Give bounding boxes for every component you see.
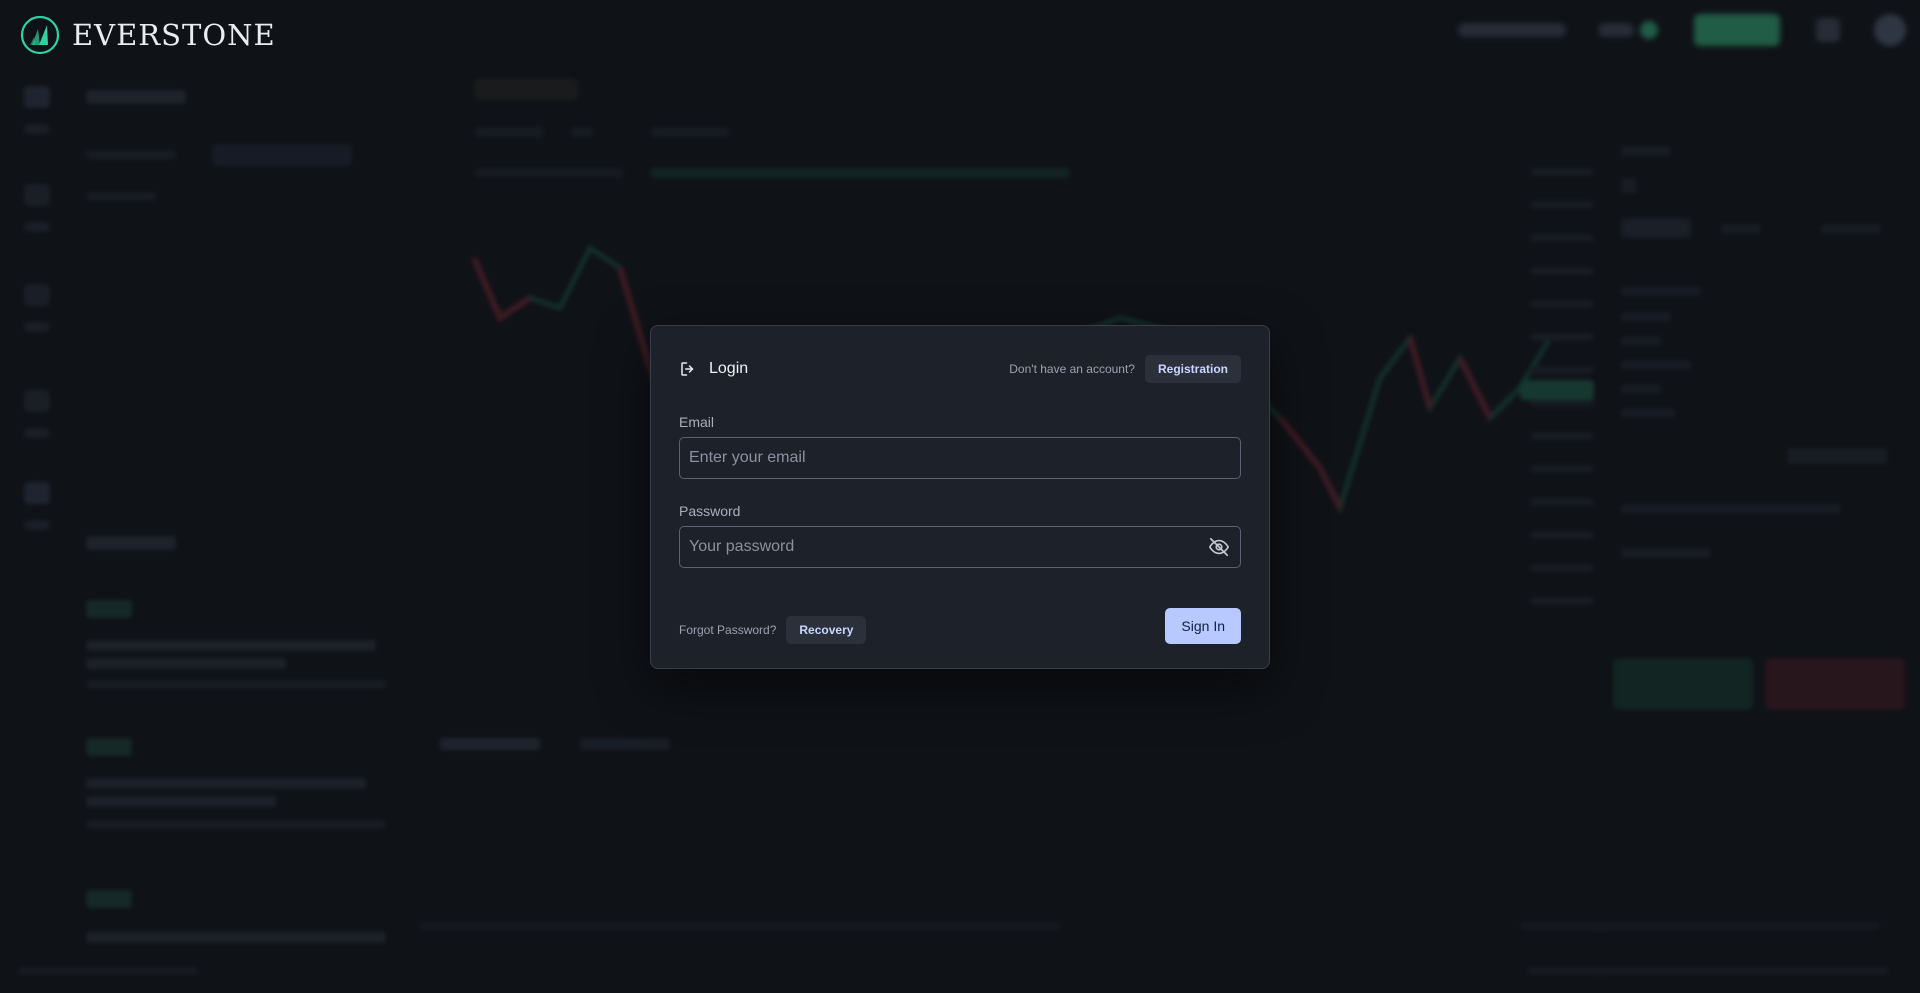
password-label: Password xyxy=(679,503,741,519)
login-header: Login Don't have an account? Registratio… xyxy=(679,354,1241,384)
password-field[interactable] xyxy=(680,527,1198,567)
top-balance-blur[interactable] xyxy=(1458,23,1566,37)
deposit-button[interactable] xyxy=(1694,14,1780,46)
recovery-button[interactable]: Recovery xyxy=(786,616,867,644)
top-account-blur[interactable] xyxy=(1598,23,1634,37)
email-field[interactable] xyxy=(680,438,1240,478)
password-field-box xyxy=(679,526,1241,568)
email-field-box xyxy=(679,437,1241,479)
top-bar: EVERSTONE xyxy=(0,0,1920,68)
forgot-password-text: Forgot Password? xyxy=(679,623,777,637)
login-modal: Login Don't have an account? Registratio… xyxy=(650,325,1270,669)
login-title: Login xyxy=(709,360,749,377)
registration-button[interactable]: Registration xyxy=(1144,355,1241,383)
account-status-icon xyxy=(1640,21,1658,39)
brand-name: EVERSTONE xyxy=(72,18,276,52)
eye-off-icon xyxy=(1209,537,1229,557)
settings-icon[interactable] xyxy=(1816,18,1840,42)
no-account-text: Don't have an account? xyxy=(1009,362,1135,376)
top-right-controls xyxy=(1458,12,1920,48)
login-arrow-icon xyxy=(681,362,694,376)
login-footer: Forgot Password? Recovery Sign In xyxy=(679,608,1241,644)
sign-in-button[interactable]: Sign In xyxy=(1165,608,1241,644)
everstone-logo-icon xyxy=(20,15,60,55)
password-visibility-toggle[interactable] xyxy=(1198,527,1240,567)
email-label: Email xyxy=(679,414,715,430)
avatar[interactable] xyxy=(1874,14,1906,46)
brand-logo[interactable]: EVERSTONE xyxy=(20,15,276,55)
